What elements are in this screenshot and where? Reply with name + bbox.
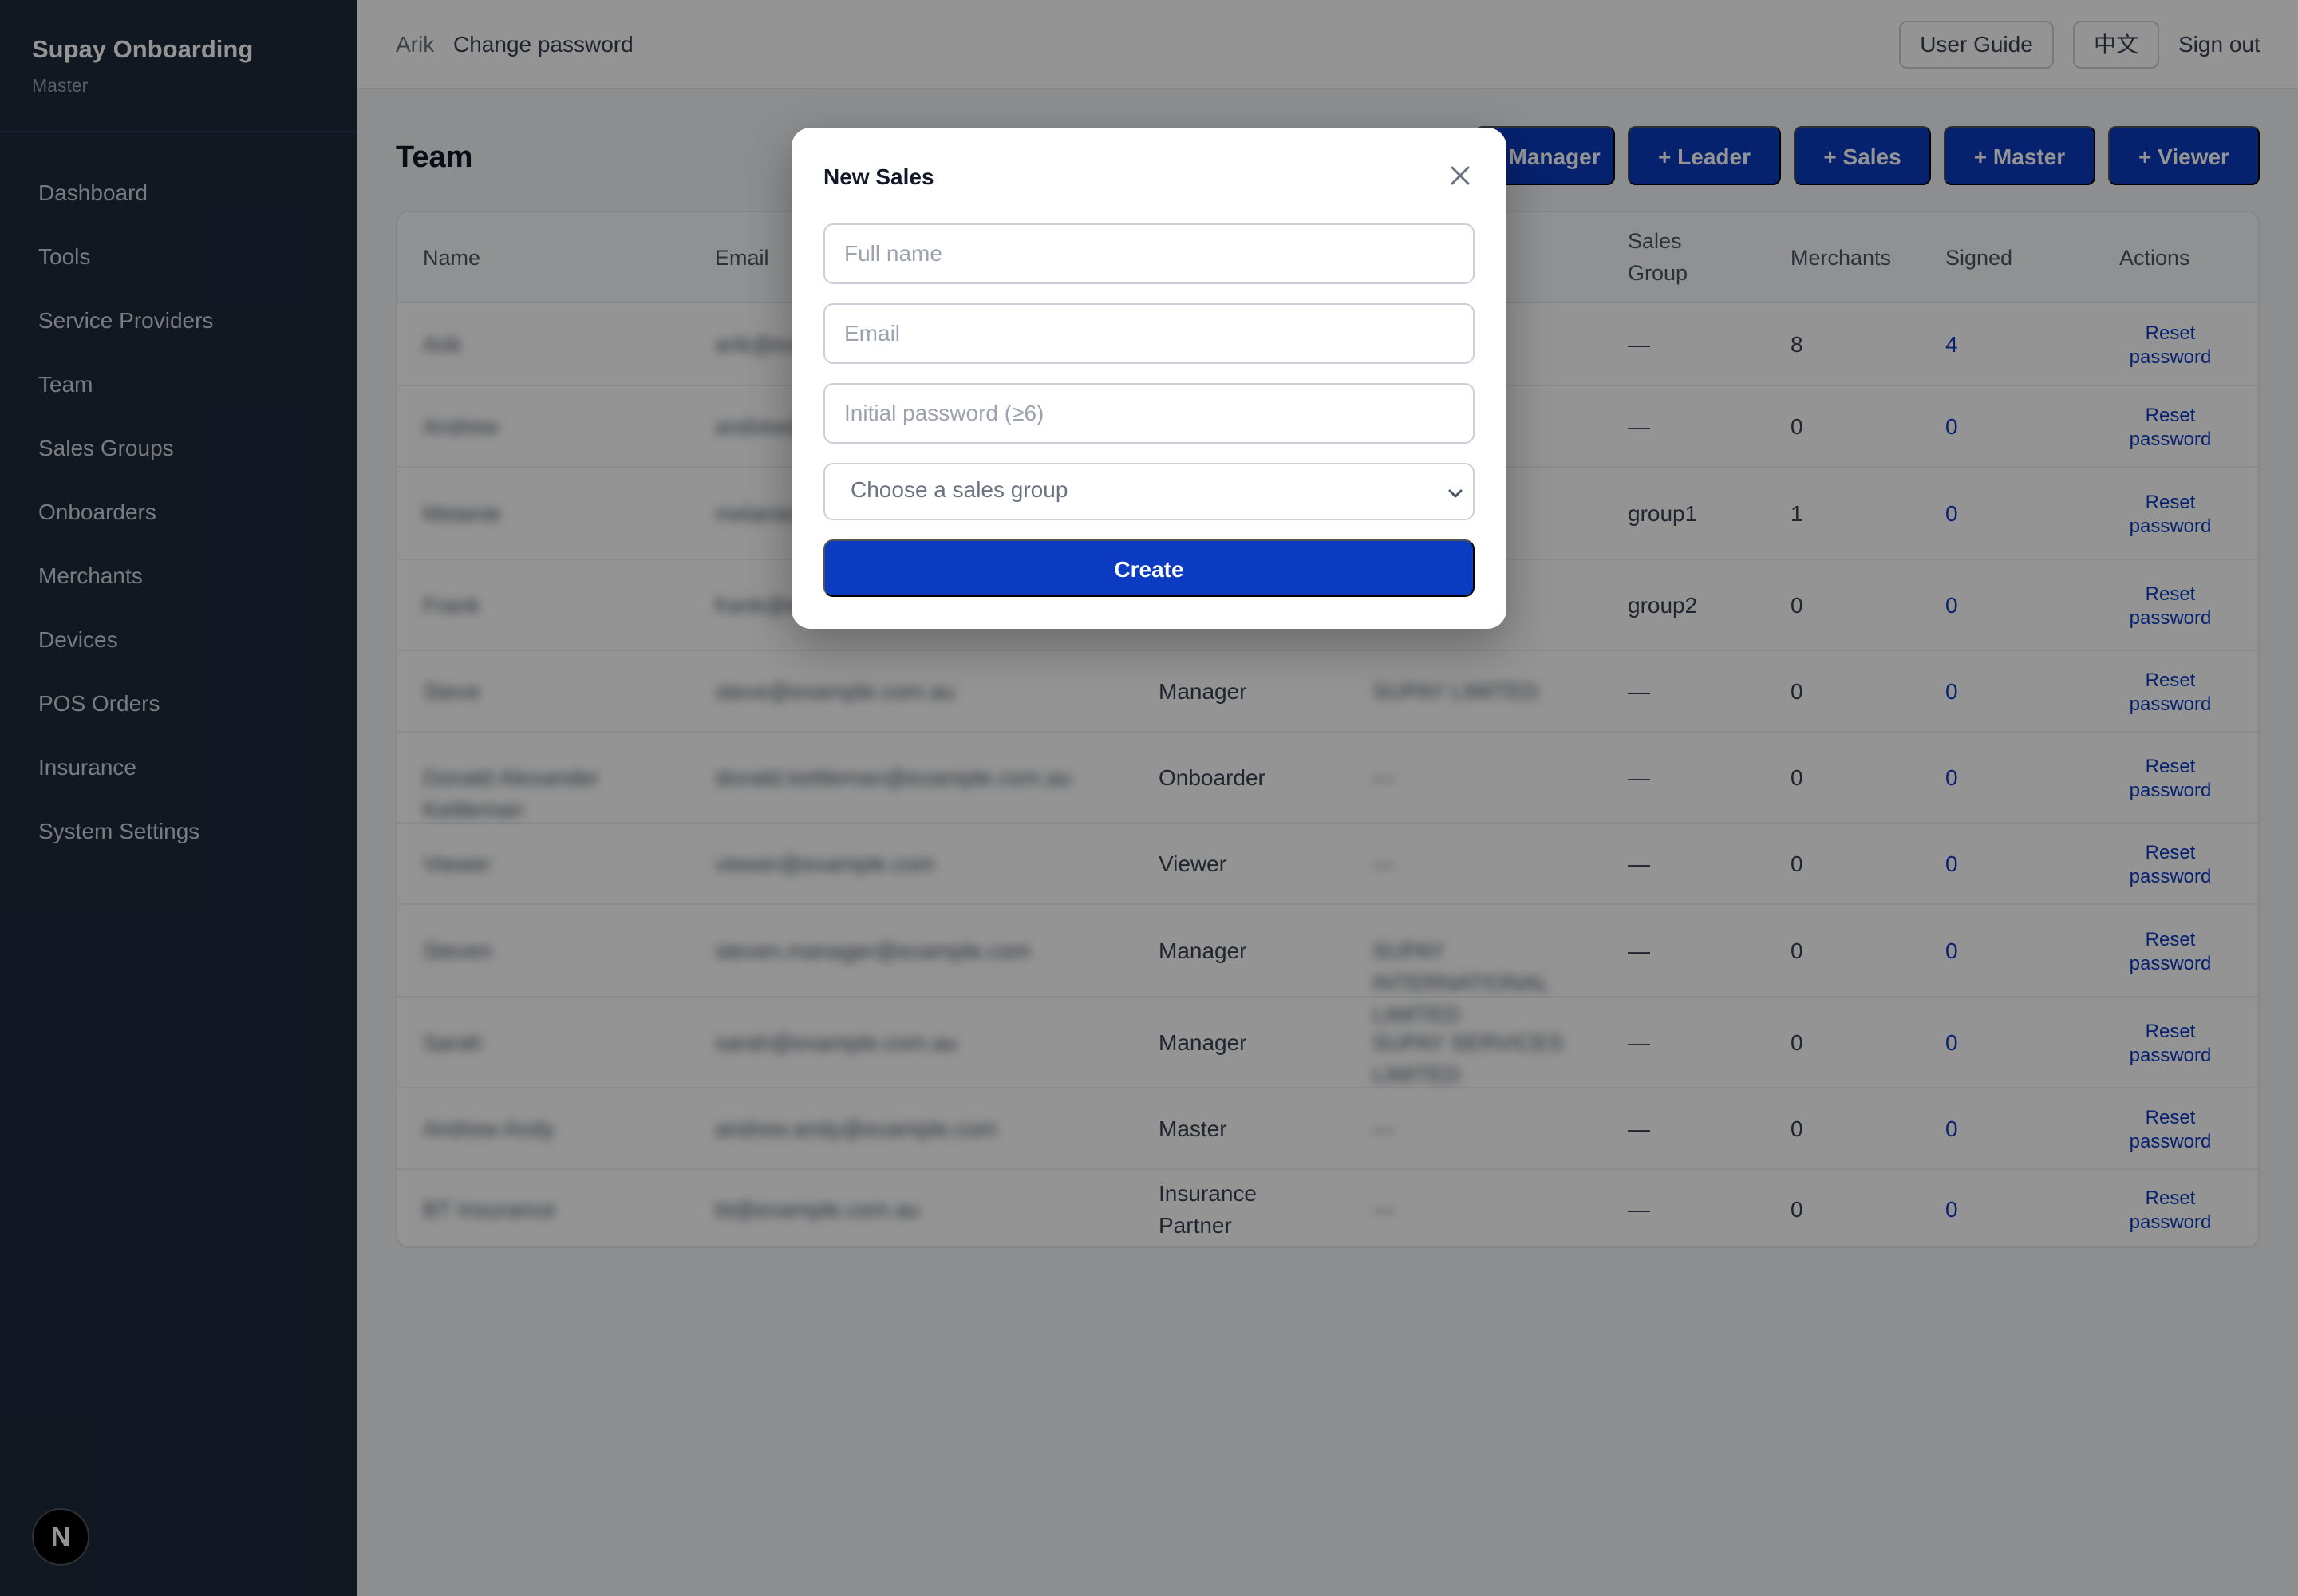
create-button[interactable]: Create [823,539,1475,597]
chevron-down-icon [1448,489,1463,498]
email-input[interactable] [823,303,1475,364]
new-sales-modal: New Sales Choose a sales group Create [792,128,1506,629]
initial-password-input[interactable] [823,383,1475,444]
sales-group-placeholder: Choose a sales group [851,477,1068,502]
modal-title: New Sales [823,164,934,189]
sales-group-select[interactable]: Choose a sales group [823,463,1475,520]
close-icon[interactable] [1446,161,1475,190]
full-name-input[interactable] [823,223,1475,284]
